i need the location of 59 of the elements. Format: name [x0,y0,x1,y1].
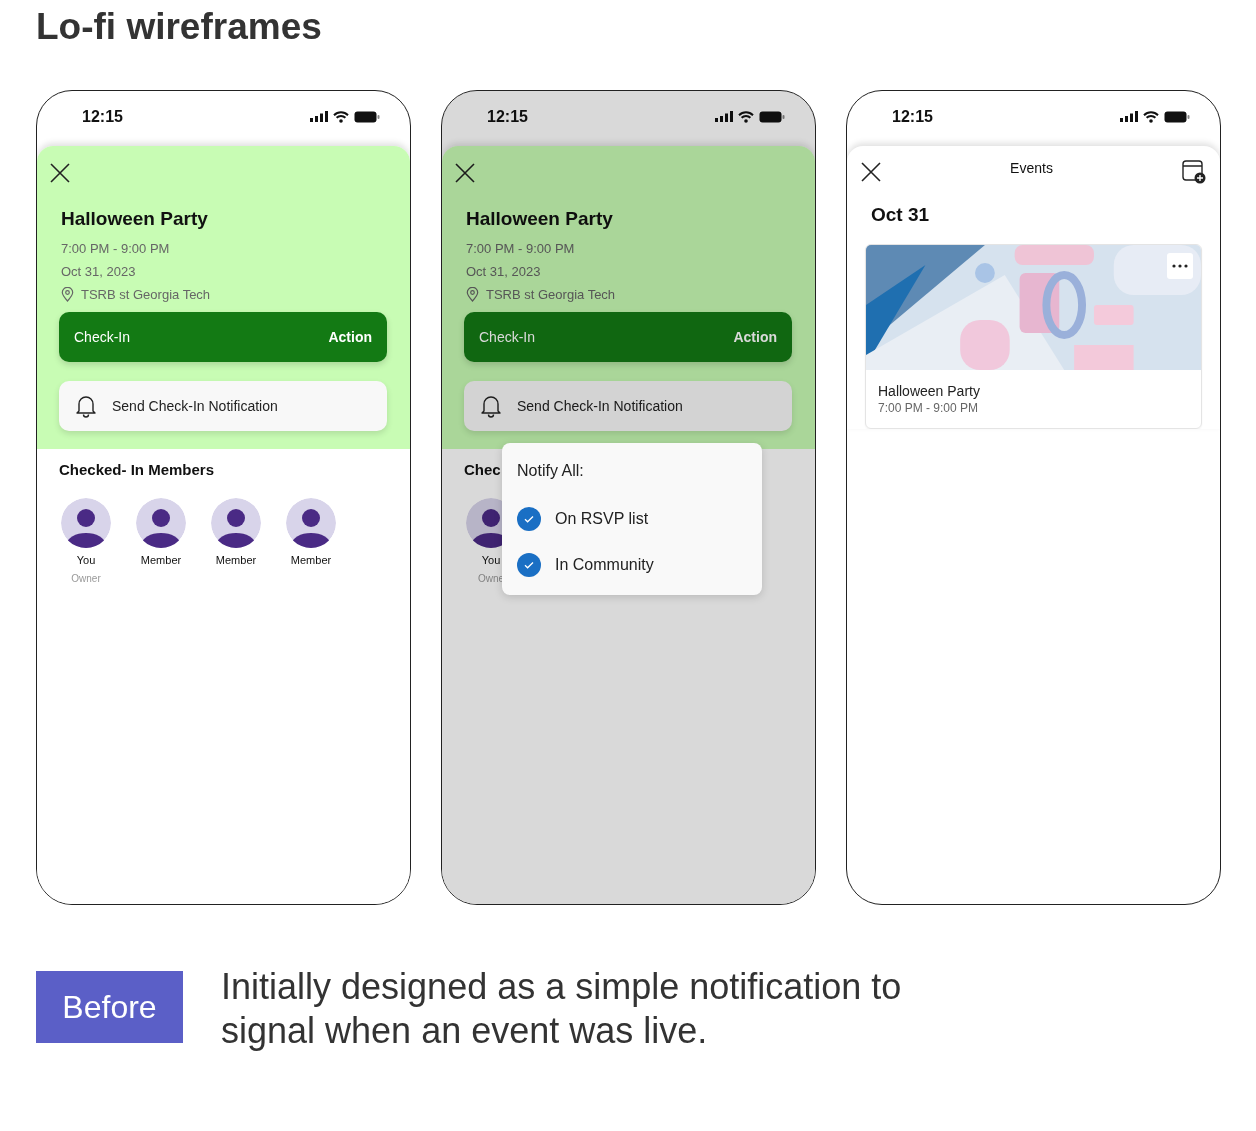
page-title: Lo-fi wireframes [36,5,323,49]
event-card[interactable]: Halloween Party 7:00 PM - 9:00 PM [865,244,1202,429]
event-date: Oct 31, 2023 [466,263,541,281]
wifi-icon [738,110,754,123]
caption: Initially designed as a simple notification to signal when an event was live. [221,965,903,1053]
member-name: Member [215,554,257,566]
member-role: Owner [71,573,101,584]
member-name: You [481,554,501,566]
avatar-icon [211,498,261,548]
wifi-icon [1143,110,1159,123]
battery-icon [759,110,785,123]
members-heading: Checked- In Members [59,461,215,478]
checkbox[interactable] [517,553,541,577]
calendar-add-icon[interactable] [1182,160,1206,184]
date-heading: Oct 31 [871,204,931,226]
battery-icon [1164,110,1190,123]
status-time: 12:15 [82,107,123,126]
event-time: 7:00 PM - 9:00 PM [466,240,575,258]
status-time: 12:15 [892,107,933,126]
avatar-icon [136,498,186,548]
event-date: Oct 31, 2023 [61,263,136,281]
event-location: TSRB st Georgia Tech [81,286,211,304]
location-pin-icon [466,287,479,302]
screen-title: Events [1010,160,1053,176]
members-heading: Chec [464,461,501,478]
signal-icon [715,111,733,122]
option-label: In Community [555,556,654,574]
send-notification-button[interactable]: Send Check-In Notification [59,381,387,431]
event-location: TSRB st Georgia Tech [486,286,616,304]
signal-icon [1120,111,1138,122]
close-icon[interactable] [455,163,475,183]
wifi-icon [333,110,349,123]
status-time: 12:15 [487,107,528,126]
popup-title: Notify All: [517,462,585,480]
bell-icon [480,394,502,418]
close-icon[interactable] [861,162,881,182]
send-notification-button[interactable]: Send Check-In Notification [464,381,792,431]
close-icon[interactable] [50,163,70,183]
member-name: Member [290,554,332,566]
avatar-icon [61,498,111,548]
location-pin-icon [61,287,74,302]
event-time: 7:00 PM - 9:00 PM [61,240,170,258]
check-in-button[interactable]: Check-In Action [464,312,792,362]
member-name: Member [140,554,182,566]
member-name: You [76,554,96,566]
checkbox[interactable] [517,507,541,531]
signal-icon [310,111,328,122]
event-title: Halloween Party [466,208,613,230]
event-title: Halloween Party [878,383,981,399]
battery-icon [354,110,380,123]
before-label: Before [36,971,183,1043]
event-time: 7:00 PM - 9:00 PM [878,401,980,415]
event-title: Halloween Party [61,208,208,230]
check-in-button[interactable]: Check-In Action [59,312,387,362]
bell-icon [75,394,97,418]
more-icon [1172,264,1188,268]
avatar-icon [286,498,336,548]
option-label: On RSVP list [555,510,649,528]
more-options-button[interactable] [1167,253,1193,279]
